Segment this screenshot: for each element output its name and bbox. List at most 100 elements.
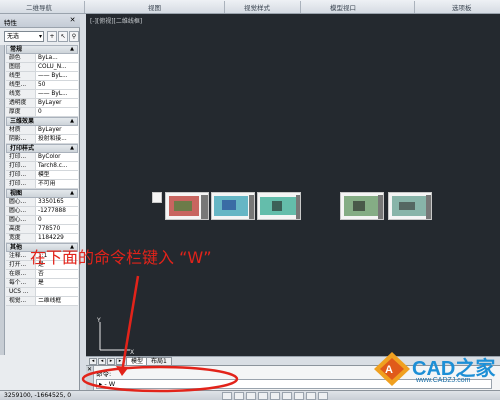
drawing-sheet[interactable] (340, 192, 384, 220)
grid-display-icon[interactable] (234, 392, 244, 400)
viewport-label[interactable]: [-][俯视][二维线框] (90, 16, 142, 25)
property-value[interactable]: 778570 (36, 225, 78, 233)
property-section-header[interactable]: 三维效果 ▲ (6, 117, 78, 126)
toggle-pickadd-icon[interactable]: + (47, 31, 57, 42)
quick-select-icon[interactable]: ⚲ (69, 31, 79, 42)
lineweight-icon[interactable] (318, 392, 328, 400)
property-value[interactable]: ByLayer (36, 126, 78, 134)
property-section-header[interactable]: 常规 ▲ (6, 45, 78, 54)
snap-mode-icon[interactable] (222, 392, 232, 400)
property-value[interactable]: 3350165 (36, 198, 78, 206)
palette-titlebar[interactable]: 特性 ✕ (0, 14, 80, 28)
tab-last-icon[interactable]: ▸ (116, 358, 124, 365)
object-snap-icon[interactable] (270, 392, 280, 400)
property-name: 宽度 (6, 234, 36, 242)
dynamic-input-icon[interactable] (306, 392, 316, 400)
property-row[interactable]: 材质 ByLayer (6, 126, 78, 135)
drawing-sheet[interactable] (257, 192, 301, 220)
property-name: 每个... (6, 279, 36, 287)
property-name: 透明度 (6, 99, 36, 107)
property-row[interactable]: 打印... 不可用 (6, 180, 78, 189)
command-line-grip[interactable]: ✕ (86, 366, 94, 391)
property-section-header[interactable]: 视图 ▲ (6, 189, 78, 198)
section-title: 三维效果 (10, 118, 35, 125)
selection-dropdown[interactable]: 无选 ▾ (4, 31, 44, 42)
section-title: 打印样式 (10, 145, 35, 152)
property-value[interactable]: -1277888 (36, 207, 78, 215)
object-snap-tracking-icon[interactable] (282, 392, 292, 400)
property-row[interactable]: 圆心... 3350165 (6, 198, 78, 207)
ribbon: 二维导航 视图 视觉样式 模型视口 选项板 (0, 0, 500, 14)
ribbon-panel-view[interactable]: 视图 (148, 2, 161, 12)
property-value[interactable] (36, 288, 78, 296)
ribbon-panel-2d-navigation[interactable]: 二维导航 (26, 2, 52, 12)
properties-palette: 特性 ✕ 无选 ▾ + ↖ ⚲ 常规 ▲ 颜色 ByLa... 图层 COLU_N... 线… (0, 14, 80, 390)
drawing-viewport[interactable]: [-][俯视][二维线框] Y X (86, 14, 500, 356)
property-row[interactable]: 打印... ByColor (6, 153, 78, 162)
property-value[interactable]: ByColor (36, 153, 78, 161)
property-row[interactable]: 线宽 —— ByL... (6, 90, 78, 99)
property-row[interactable]: 线型 —— ByL... (6, 72, 78, 81)
property-value[interactable]: COLU_N... (36, 63, 78, 71)
property-value[interactable]: 二维线框 (36, 297, 78, 305)
property-row[interactable]: 在原... 否 (6, 270, 78, 279)
property-row[interactable]: 厚度 0 (6, 108, 78, 117)
property-name: 阴影... (6, 135, 36, 143)
property-row[interactable]: 颜色 ByLa... (6, 54, 78, 63)
property-row[interactable]: 阴影... 投射和接... (6, 135, 78, 144)
select-objects-icon[interactable]: ↖ (58, 31, 68, 42)
property-row[interactable]: 透明度 ByLayer (6, 99, 78, 108)
drawing-sheet[interactable] (165, 192, 209, 220)
ribbon-panel-palettes[interactable]: 选项板 (452, 2, 472, 12)
ribbon-panel-model-viewport[interactable]: 模型视口 (330, 2, 356, 12)
property-row[interactable]: 圆心... -1277888 (6, 207, 78, 216)
ribbon-panel-visual-style[interactable]: 视觉样式 (244, 2, 270, 12)
property-value[interactable]: 模型 (36, 171, 78, 179)
property-value[interactable]: Tarch8.c... (36, 162, 78, 170)
collapse-icon[interactable]: ▲ (70, 190, 74, 197)
command-history: 命令: (96, 370, 112, 378)
property-value[interactable]: 不可用 (36, 180, 78, 188)
property-row[interactable]: 图层 COLU_N... (6, 63, 78, 72)
collapse-icon[interactable]: ▲ (70, 46, 74, 53)
property-value[interactable]: ByLayer (36, 99, 78, 107)
collapse-icon[interactable]: ▲ (70, 145, 74, 152)
property-section-header[interactable]: 打印样式 ▲ (6, 144, 78, 153)
property-value[interactable]: —— ByL... (36, 72, 78, 80)
property-value[interactable]: 是 (36, 279, 78, 287)
property-row[interactable]: 高度 778570 (6, 225, 78, 234)
dynamic-ucs-icon[interactable] (294, 392, 304, 400)
palette-side-strip (0, 45, 5, 355)
property-row[interactable]: 打印... Tarch8.c... (6, 162, 78, 171)
property-value[interactable]: 1184229 (36, 234, 78, 242)
tab-prev-icon[interactable]: ◂ (98, 358, 106, 365)
drawing-sheet[interactable] (211, 192, 255, 220)
close-icon[interactable]: ✕ (68, 16, 77, 25)
tab-first-icon[interactable]: ◂ (89, 358, 97, 365)
svg-text:A: A (385, 364, 393, 376)
ucs-icon: Y X (96, 317, 134, 356)
property-name: 在原... (6, 270, 36, 278)
property-row[interactable]: 圆心... 0 (6, 216, 78, 225)
property-row[interactable]: 宽度 1184229 (6, 234, 78, 243)
property-value[interactable]: —— ByL... (36, 90, 78, 98)
drawing-sheet[interactable] (388, 192, 432, 220)
property-value[interactable]: 投射和接... (36, 135, 78, 143)
property-row[interactable]: 每个... 是 (6, 279, 78, 288)
property-row[interactable]: 线型... 50 (6, 81, 78, 90)
property-value[interactable]: 0 (36, 108, 78, 116)
property-row[interactable]: UCS ... (6, 288, 78, 297)
tab-next-icon[interactable]: ▸ (107, 358, 115, 365)
ortho-mode-icon[interactable] (246, 392, 256, 400)
property-row[interactable]: 视觉... 二维线框 (6, 297, 78, 306)
property-value[interactable]: ByLa... (36, 54, 78, 62)
property-name: 视觉... (6, 297, 36, 305)
property-value[interactable]: 否 (36, 270, 78, 278)
property-row[interactable]: 打印... 模型 (6, 171, 78, 180)
polar-tracking-icon[interactable] (258, 392, 268, 400)
property-value[interactable]: 0 (36, 216, 78, 224)
collapse-icon[interactable]: ▲ (70, 118, 74, 125)
property-name: 圆心... (6, 207, 36, 215)
property-value[interactable]: 50 (36, 81, 78, 89)
drawing-sheet[interactable] (152, 192, 162, 203)
